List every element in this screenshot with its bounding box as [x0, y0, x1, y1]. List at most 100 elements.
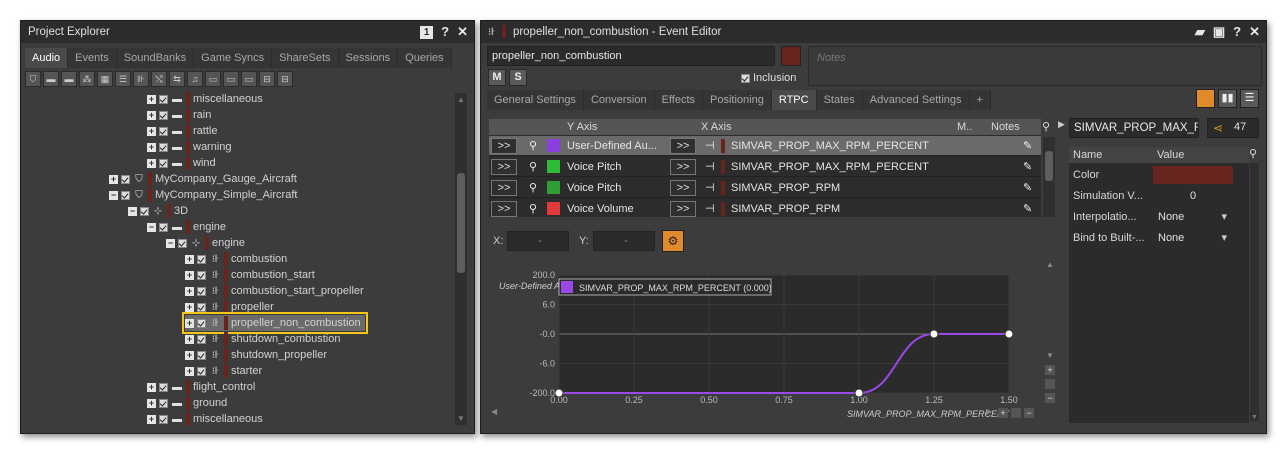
inclusion-check-icon[interactable]: [741, 73, 750, 83]
bus-icon[interactable]: ▭: [205, 71, 221, 87]
layout-rows-icon[interactable]: ☰: [1240, 89, 1259, 108]
tree-item[interactable]: + ▬ wind: [147, 155, 216, 171]
check-icon[interactable]: [159, 94, 168, 104]
edit-pencil-icon[interactable]: ✎: [1023, 157, 1032, 177]
tree-item[interactable]: + ⁝ŀ starter: [185, 363, 262, 379]
graph-svg[interactable]: 200.06.0-0.0-6.0-200.00.00 0.25 0.50 0.75 1.…: [489, 257, 1051, 423]
check-icon[interactable]: [159, 398, 168, 408]
chevron-down-icon[interactable]: ▾: [1221, 229, 1227, 247]
x-axis-browse-button[interactable]: >>: [670, 180, 696, 196]
project-explorer-tab-6[interactable]: Queries: [398, 48, 452, 68]
x-axis-browse-button[interactable]: >>: [670, 159, 696, 175]
curve-color-swatch[interactable]: [547, 202, 560, 215]
edit-pencil-icon[interactable]: ✎: [1023, 178, 1032, 198]
expand-icon[interactable]: +: [185, 270, 194, 280]
h-zoom-fit-icon[interactable]: [1011, 408, 1021, 418]
pin-icon[interactable]: ⚲: [529, 178, 537, 198]
tree-item[interactable]: + ▬ miscellaneous: [147, 411, 263, 427]
check-icon[interactable]: [159, 382, 168, 392]
tree-scroll-thumb[interactable]: [457, 173, 465, 273]
tree-item[interactable]: + ▬ flight_control: [147, 379, 255, 395]
y-axis-browse-button[interactable]: >>: [491, 138, 517, 154]
expand-icon[interactable]: −: [147, 222, 156, 232]
curve-settings-icon[interactable]: ⚙: [662, 230, 684, 252]
event-editor-tab-4[interactable]: RTPC: [771, 90, 817, 110]
switch-icon[interactable]: ⇆: [169, 71, 185, 87]
expand-icon[interactable]: +: [147, 382, 156, 392]
rtpc-row[interactable]: >> ⚲ User-Defined Au... >> ⊣ SIMVAR_PROP_MAX_…: [489, 136, 1041, 156]
grid-search-icon[interactable]: ⚲: [1042, 120, 1050, 133]
check-icon[interactable]: [159, 414, 168, 424]
check-icon[interactable]: [140, 206, 149, 216]
notes-field[interactable]: Notes: [808, 46, 1262, 86]
check-icon[interactable]: [197, 302, 206, 312]
tree-item[interactable]: + ▬ warning: [147, 139, 232, 155]
bus-icon[interactable]: ▭: [241, 71, 257, 87]
check-icon[interactable]: [159, 222, 168, 232]
tree-scrollbar[interactable]: ▲ ▼: [455, 93, 467, 425]
grid-scrollbar[interactable]: [1043, 137, 1055, 217]
scroll-down-icon[interactable]: ▼: [1046, 351, 1054, 360]
check-icon[interactable]: [197, 318, 206, 328]
prop-search-icon[interactable]: ⚲: [1249, 147, 1257, 160]
expand-right-icon[interactable]: ▶: [1058, 119, 1065, 130]
y-value-field[interactable]: -: [593, 231, 655, 251]
event-editor-tab-5[interactable]: States: [816, 90, 863, 110]
project-explorer-tab-3[interactable]: Game Syncs: [194, 48, 273, 68]
work-unit-icon[interactable]: ⛉: [25, 71, 41, 87]
close-icon[interactable]: ✕: [457, 21, 468, 43]
blend-icon[interactable]: ⊪: [133, 71, 149, 87]
expand-icon[interactable]: +: [147, 94, 156, 104]
expand-icon[interactable]: +: [185, 318, 194, 328]
expand-icon[interactable]: +: [147, 398, 156, 408]
tree-item[interactable]: + ⁝ŀ propeller_non_combustion: [182, 312, 368, 334]
expand-icon[interactable]: −: [128, 206, 137, 216]
folder-icon[interactable]: ▬: [61, 71, 77, 87]
help-icon[interactable]: ?: [441, 21, 449, 43]
scroll-down-icon[interactable]: ▼: [457, 414, 465, 423]
layout-single-icon[interactable]: [1196, 89, 1215, 108]
tree-item[interactable]: + ▬ miscellaneous: [147, 91, 263, 107]
music-icon[interactable]: ♫: [187, 71, 203, 87]
expand-icon[interactable]: +: [147, 126, 156, 136]
tree-item[interactable]: + ⁝ŀ combustion_start_propeller: [185, 283, 364, 299]
zoom-fit-icon[interactable]: [1045, 379, 1055, 389]
property-value[interactable]: 0: [1153, 187, 1233, 205]
rtpc-row[interactable]: >> ⚲ Voice Pitch >> ⊣ SIMVAR_PROP_RPM ✎: [489, 178, 1041, 198]
curve-color-swatch[interactable]: [547, 181, 560, 194]
bus-icon[interactable]: ▭: [223, 71, 239, 87]
event-name-field[interactable]: propeller_non_combustion: [487, 46, 775, 66]
expand-icon[interactable]: +: [147, 158, 156, 168]
edit-pencil-icon[interactable]: ✎: [1023, 136, 1032, 156]
graph-hscroll[interactable]: ◀ ▶ + −: [489, 407, 1041, 419]
expand-icon[interactable]: +: [185, 334, 194, 344]
project-explorer-tab-2[interactable]: SoundBanks: [116, 48, 195, 68]
check-icon[interactable]: [159, 158, 168, 168]
expand-icon[interactable]: +: [147, 142, 156, 152]
scroll-right-icon[interactable]: ▶: [986, 407, 992, 416]
pin-icon[interactable]: ⚲: [529, 136, 537, 156]
inclusion-checkbox[interactable]: Inclusion: [741, 72, 796, 84]
event-editor-tab-6[interactable]: Advanced Settings: [862, 90, 970, 110]
expand-icon[interactable]: +: [185, 286, 194, 296]
chevron-down-icon[interactable]: ▾: [1221, 208, 1227, 226]
tree-item[interactable]: − ⊹ engine: [166, 235, 245, 251]
property-value[interactable]: [1153, 166, 1233, 184]
check-icon[interactable]: [159, 142, 168, 152]
curve-color-swatch[interactable]: [547, 160, 560, 173]
rtpc-graph[interactable]: 200.0 6.0 -0.0 -6.0 -200.0 0.00 0.25 0.50 0.75 1.…: [489, 257, 1051, 423]
check-icon[interactable]: [159, 126, 168, 136]
tree-item[interactable]: − ▬ engine: [147, 219, 226, 235]
rtpc-row[interactable]: >> ⚲ Voice Pitch >> ⊣ SIMVAR_PROP_MAX_RPM_PER…: [489, 157, 1041, 177]
edit-pencil-icon[interactable]: ✎: [1023, 199, 1032, 217]
tree-item[interactable]: + ⁝ŀ shutdown_combustion: [185, 331, 340, 347]
graph-vscroll[interactable]: ▲ ▼ + −: [1044, 259, 1056, 419]
check-icon[interactable]: [121, 174, 130, 184]
aux-icon[interactable]: ⊟: [277, 71, 293, 87]
help-icon[interactable]: ?: [1233, 21, 1241, 43]
property-value[interactable]: None ▾: [1153, 229, 1233, 247]
curve-color-swatch[interactable]: [547, 139, 560, 152]
close-icon[interactable]: ✕: [1249, 21, 1260, 43]
check-icon[interactable]: [159, 110, 168, 120]
tree-item[interactable]: + ▬ rattle: [147, 123, 217, 139]
